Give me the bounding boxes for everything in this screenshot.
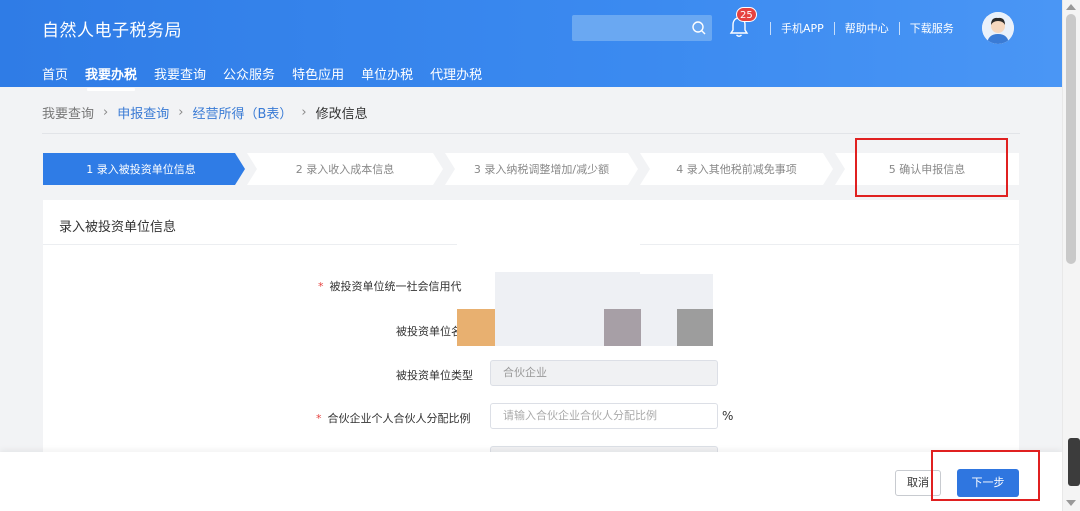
unit-type-label: 被投资单位类型 <box>396 369 473 382</box>
user-avatar[interactable] <box>982 12 1014 44</box>
side-widget[interactable] <box>1068 438 1080 486</box>
step-3[interactable]: 3 录入纳税调整增加/减少额 <box>445 153 638 185</box>
ratio-input[interactable]: 请输入合伙企业合伙人分配比例 <box>490 403 718 429</box>
nav-agent-tax[interactable]: 代理办税 <box>430 64 482 87</box>
breadcrumb-business-income[interactable]: 经营所得（B表） <box>192 103 292 122</box>
divider <box>833 21 835 35</box>
highlight-box-next-button <box>931 450 1040 501</box>
mobile-app-link[interactable]: 手机APP <box>781 20 824 36</box>
nav-special-apps[interactable]: 特色应用 <box>292 64 344 87</box>
notification-badge: 25 <box>736 7 757 22</box>
app-title[interactable]: 自然人电子税务局 <box>42 16 182 41</box>
divider <box>42 133 1020 134</box>
nav-query[interactable]: 我要查询 <box>154 64 206 87</box>
required-mark: * <box>318 280 324 293</box>
chevron-right-icon: › <box>301 105 307 120</box>
redacted-block <box>604 309 641 346</box>
redacted-block <box>457 309 495 346</box>
search-icon[interactable] <box>690 19 708 37</box>
ratio-unit: % <box>722 409 734 423</box>
step-1[interactable]: 1 录入被投资单位信息 <box>43 153 239 185</box>
search-input[interactable] <box>572 15 712 41</box>
ratio-label: * 合伙企业个人合伙人分配比例 <box>316 410 471 426</box>
breadcrumb-declaration-query[interactable]: 申报查询 <box>117 103 169 122</box>
unit-name-label: 被投资单位名 <box>396 325 462 338</box>
ratio-label-text: 合伙企业个人合伙人分配比例 <box>327 412 471 425</box>
nav-unit-tax[interactable]: 单位办税 <box>361 64 413 87</box>
chevron-right-icon: › <box>103 105 109 120</box>
redacted-block <box>677 309 713 346</box>
divider <box>898 21 900 35</box>
breadcrumb-current: 修改信息 <box>315 107 368 122</box>
help-center-link[interactable]: 帮助中心 <box>845 20 889 36</box>
form-title: 录入被投资单位信息 <box>59 220 177 235</box>
nav-public-service[interactable]: 公众服务 <box>223 64 275 87</box>
unit-type-field[interactable]: 合伙企业 <box>490 360 718 386</box>
highlight-box-step-5 <box>855 138 1008 197</box>
chevron-right-icon: › <box>178 105 184 120</box>
main-nav: 首页 我要办税 我要查询 公众服务 特色应用 单位办税 代理办税 <box>42 64 499 91</box>
redacted-block <box>640 264 713 274</box>
breadcrumb-query[interactable]: 我要查询 <box>42 103 94 122</box>
step-4[interactable]: 4 录入其他税前减免事项 <box>640 153 833 185</box>
redacted-block <box>457 238 640 264</box>
step-2[interactable]: 2 录入收入成本信息 <box>247 153 443 185</box>
credit-code-label-text: 被投资单位统一社会信用代 <box>329 280 462 293</box>
scrollbar-thumb[interactable] <box>1066 14 1076 264</box>
scroll-up-icon[interactable] <box>1066 4 1076 10</box>
top-header: 自然人电子税务局 25 手机APP 帮助中心 下载服务 首页 我要办税 我要查询… <box>0 0 1062 91</box>
required-mark: * <box>316 412 322 425</box>
user-avatar-icon <box>982 12 1014 44</box>
breadcrumb: 我要查询 › 申报查询 › 经营所得（B表） › 修改信息 <box>42 103 368 122</box>
download-service-link[interactable]: 下载服务 <box>910 20 954 36</box>
divider <box>770 21 771 35</box>
credit-code-label: * 被投资单位统一社会信用代 <box>318 278 462 294</box>
top-links: 手机APP 帮助中心 下载服务 <box>760 18 954 38</box>
scroll-down-icon[interactable] <box>1066 500 1076 506</box>
nav-home[interactable]: 首页 <box>42 64 68 87</box>
nav-tax-handling[interactable]: 我要办税 <box>85 64 137 91</box>
